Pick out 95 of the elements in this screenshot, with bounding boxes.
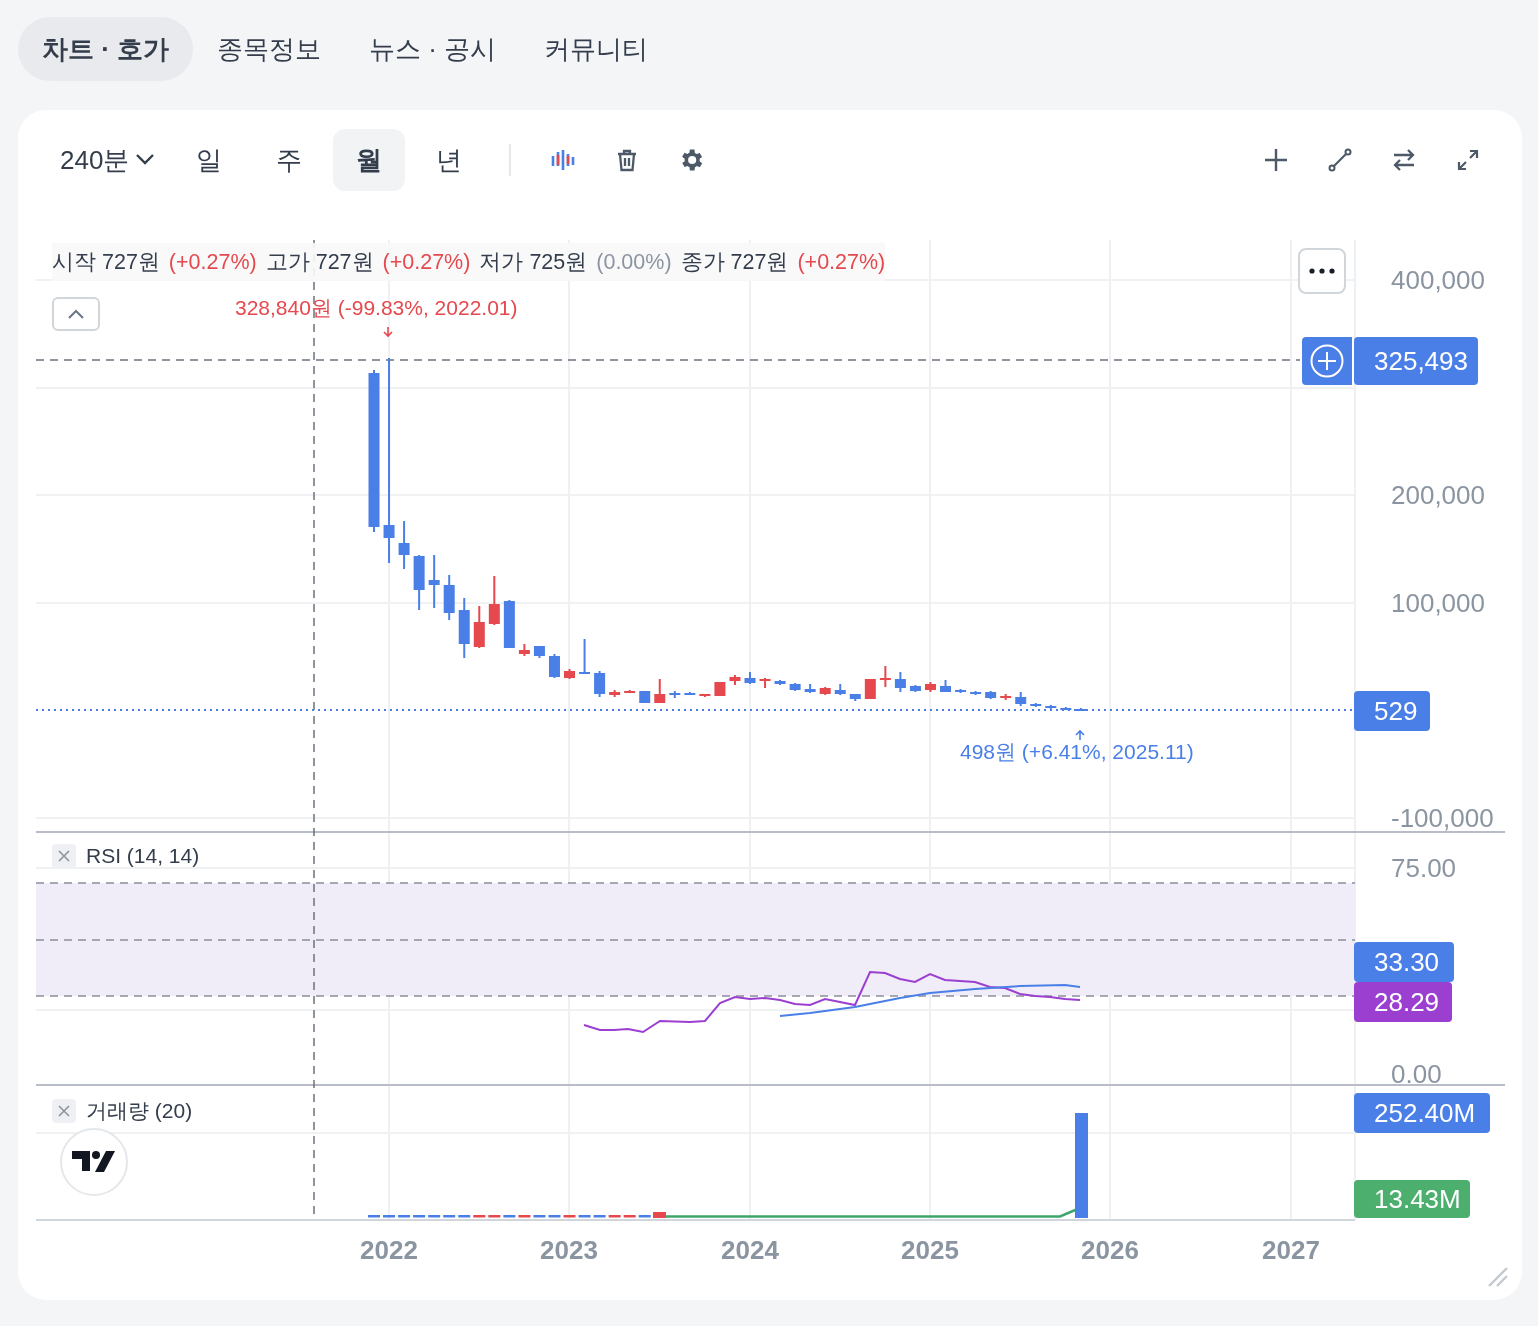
candle xyxy=(413,554,425,611)
candle xyxy=(1045,704,1057,710)
time-axis-label: 2024 xyxy=(721,1235,779,1266)
candle xyxy=(398,520,410,570)
rsi-axis-label: 0.00 xyxy=(1390,1059,1442,1089)
candle xyxy=(804,683,816,694)
price-axis-label: -100,000 xyxy=(1390,803,1494,833)
candle xyxy=(624,689,636,694)
period-tab[interactable]: 일 xyxy=(173,129,246,191)
candle xyxy=(473,605,485,649)
time-axis-label: 2027 xyxy=(1262,1235,1320,1266)
candle xyxy=(759,677,771,689)
price-axis-label: 400,000 xyxy=(1390,265,1485,295)
candle xyxy=(909,684,921,693)
candle xyxy=(488,575,500,626)
ohlc-label: 시작 727원 xyxy=(52,249,160,276)
candle xyxy=(609,689,621,698)
rsi-value-badge: 28.29 xyxy=(1354,982,1452,1022)
ohlc-change: (+0.27%) xyxy=(797,249,886,276)
price-axis-label: 200,000 xyxy=(1390,480,1485,510)
low-price-annotation: 498원 (+6.41%, 2025.11) xyxy=(960,739,1194,765)
candle xyxy=(458,597,470,659)
close-icon[interactable] xyxy=(52,844,76,868)
candle xyxy=(879,665,891,688)
candle xyxy=(1030,702,1042,708)
candle xyxy=(729,674,741,686)
section-tab[interactable]: 종목정보 xyxy=(193,17,346,81)
candle xyxy=(970,690,982,696)
candle xyxy=(819,686,831,696)
add-alert-button[interactable] xyxy=(1302,337,1352,385)
candle xyxy=(579,638,591,675)
candle xyxy=(774,679,786,686)
ohlc-change: (0.00%) xyxy=(596,249,672,276)
chevron-up-icon xyxy=(67,308,85,320)
candle xyxy=(1060,706,1072,711)
high-price-annotation: 328,840원 (-99.83%, 2022.01) xyxy=(235,295,518,321)
signal-value-badge: 33.30 xyxy=(1354,942,1454,982)
ohlc-change: (+0.27%) xyxy=(168,249,257,276)
time-axis-label: 2026 xyxy=(1081,1235,1139,1266)
candle xyxy=(1000,693,1012,701)
candle xyxy=(744,671,756,685)
period-tab[interactable]: 년 xyxy=(413,129,486,191)
crosshair-price-badge: 325,493 xyxy=(1354,337,1478,385)
ohlc-label: 종가 727원 xyxy=(680,249,789,276)
section-tab[interactable]: 커뮤니티 xyxy=(520,17,673,81)
resize-handle-icon[interactable] xyxy=(1486,1265,1510,1289)
collapse-button[interactable] xyxy=(52,297,100,331)
candle xyxy=(925,681,936,693)
indicator-title: 거래량 (20) xyxy=(86,1098,193,1124)
candle xyxy=(443,574,455,621)
time-axis-label: 2022 xyxy=(360,1235,418,1266)
more-button[interactable] xyxy=(1298,248,1346,294)
period-tab[interactable]: 주 xyxy=(253,129,326,191)
interval-dropdown[interactable]: 240분 xyxy=(52,129,166,191)
candle xyxy=(940,679,951,693)
last-price-badge: 529 xyxy=(1354,691,1430,731)
candle xyxy=(714,681,726,697)
candle xyxy=(549,653,560,679)
ohlc-label: 고가 727원 xyxy=(265,249,374,276)
candle xyxy=(834,683,846,696)
candle xyxy=(955,688,967,694)
arrow-down-icon xyxy=(383,326,393,338)
section-tab[interactable]: 차트 · 호가 xyxy=(18,17,194,81)
candle xyxy=(533,645,545,659)
section-tab[interactable]: 뉴스 · 공시 xyxy=(345,17,521,81)
arrow-up-icon xyxy=(1075,729,1085,741)
candle xyxy=(654,678,666,704)
candle xyxy=(1015,691,1027,707)
period-tab[interactable]: 월 xyxy=(333,129,406,191)
candle xyxy=(564,668,575,680)
candle xyxy=(985,690,997,700)
time-axis-label: 2025 xyxy=(901,1235,959,1266)
ohlc-label: 저가 725원 xyxy=(479,249,588,276)
time-axis-label: 2023 xyxy=(540,1235,598,1266)
close-icon[interactable] xyxy=(52,1099,76,1123)
candle xyxy=(789,682,801,692)
volume-average-badge: 13.43M xyxy=(1354,1180,1470,1218)
candle xyxy=(684,691,696,696)
candle xyxy=(699,693,711,698)
rsi-axis-label: 75.00 xyxy=(1390,853,1457,883)
candle xyxy=(503,599,515,649)
indicator-title: RSI (14, 14) xyxy=(86,844,200,868)
candle xyxy=(864,678,876,700)
volume-value-badge: 252.40M xyxy=(1354,1093,1490,1133)
candle xyxy=(894,671,906,693)
candle xyxy=(669,690,681,699)
candle xyxy=(428,554,440,609)
candle xyxy=(594,670,606,698)
candle xyxy=(639,690,651,704)
candle xyxy=(849,693,861,702)
ohlc-change: (+0.27%) xyxy=(382,249,471,276)
candle xyxy=(1075,707,1087,712)
price-axis-label: 100,000 xyxy=(1390,588,1485,618)
candle xyxy=(518,643,530,657)
more-icon xyxy=(1309,268,1335,274)
